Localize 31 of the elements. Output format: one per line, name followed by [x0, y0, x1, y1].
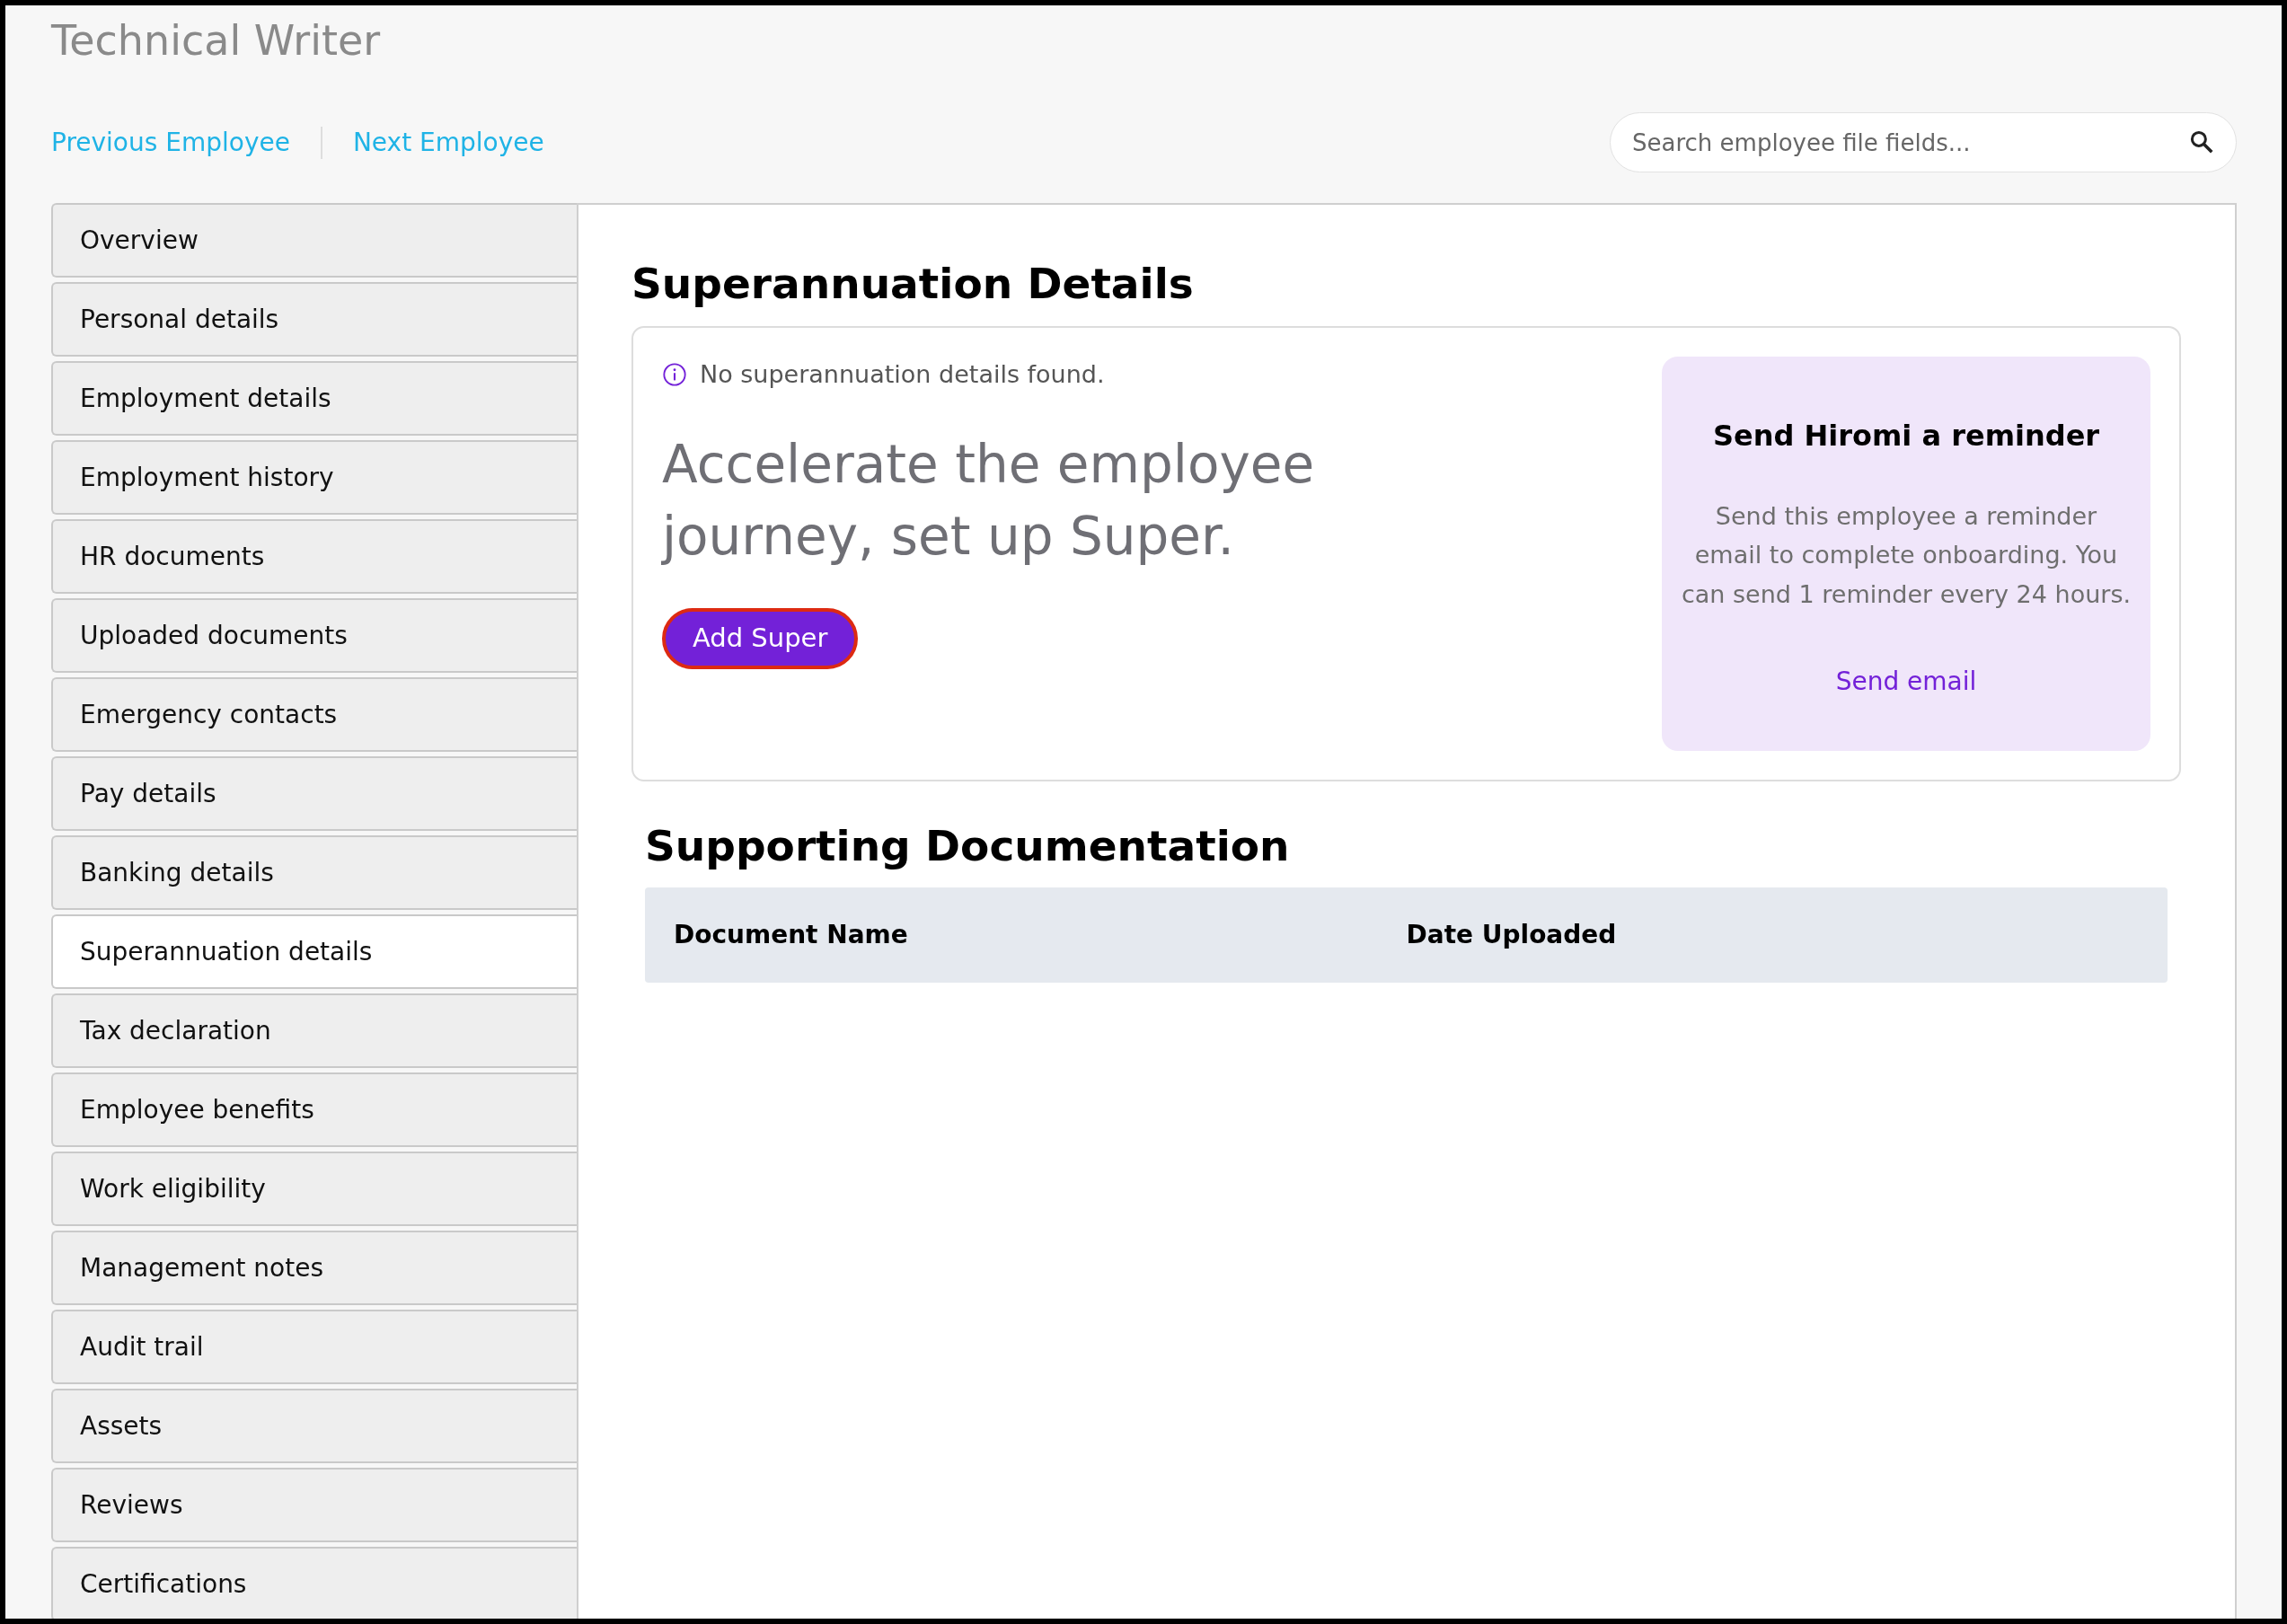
notice-text: No superannuation details found.: [700, 358, 1105, 390]
section-heading: Superannuation Details: [631, 259, 1195, 310]
headline: Accelerate the employee journey, set up Super.: [662, 433, 1316, 569]
sidebar-item[interactable]: HR documents: [51, 519, 577, 595]
sidebar-item[interactable]: Uploaded documents: [51, 598, 577, 674]
sidebar-item[interactable]: Work eligibility: [51, 1152, 577, 1227]
sidebar-item[interactable]: Management notes: [51, 1231, 577, 1306]
sidebar-item[interactable]: Superannuation details: [51, 914, 577, 990]
sidebar-item[interactable]: Overview: [51, 203, 577, 278]
sidebar-item[interactable]: Personal details: [51, 282, 577, 357]
search-field[interactable]: Search employee file fields...: [1610, 112, 2237, 173]
sidebar-item[interactable]: Certifications: [51, 1547, 577, 1619]
column-header: Document Name: [674, 919, 909, 952]
page-title: Technical Writer: [51, 16, 382, 66]
reminder-title: Send Hiromi a reminder: [1711, 417, 2101, 455]
sidebar-item[interactable]: Audit trail: [51, 1310, 577, 1385]
sidebar-item[interactable]: Reviews: [51, 1468, 577, 1543]
sidebar-item[interactable]: Assets: [51, 1389, 577, 1464]
section-heading: Supporting Documentation: [645, 820, 1291, 872]
sidebar-item[interactable]: Employment history: [51, 440, 577, 516]
sidebar-item[interactable]: Banking details: [51, 835, 577, 911]
sidebar-item[interactable]: Pay details: [51, 756, 577, 832]
sidebar-item[interactable]: Employee benefits: [51, 1072, 577, 1148]
column-header: Date Uploaded: [1406, 919, 1618, 952]
send-email-link[interactable]: Send email: [1835, 666, 1977, 696]
info-icon: [662, 361, 687, 387]
sidebar-item[interactable]: Tax declaration: [51, 993, 577, 1069]
reminder-text: Send this employee a reminder email to complete onboarding. You can send 1 reminder every 24 hours.: [1680, 500, 2132, 611]
sidebar-item[interactable]: Employment details: [51, 361, 577, 437]
sidebar-item[interactable]: Emergency contacts: [51, 677, 577, 753]
add-super-button[interactable]: Add Super: [662, 608, 859, 669]
